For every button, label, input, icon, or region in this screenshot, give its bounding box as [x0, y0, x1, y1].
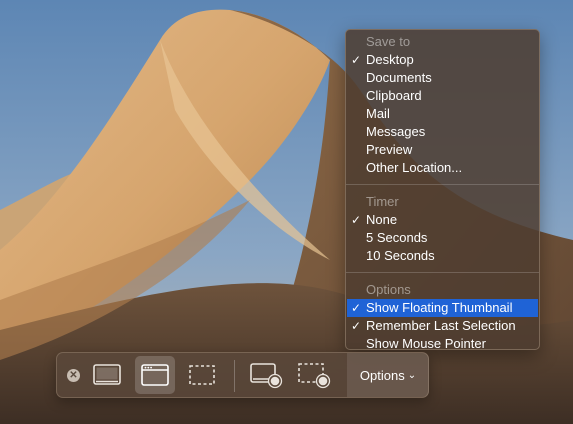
menu-item-label: Mail [366, 106, 390, 121]
window-icon [141, 364, 169, 386]
menu-item-messages[interactable]: Messages [346, 123, 539, 141]
menu-item-label: Show Mouse Pointer [366, 336, 486, 351]
menu-item-timer-10-seconds[interactable]: 10 Seconds [346, 247, 539, 265]
menu-item-label: Messages [366, 124, 426, 139]
menu-section-header-save-to: Save to [366, 34, 411, 49]
menu-item-label: Remember Last Selection [366, 318, 516, 333]
options-button[interactable]: Options ⌄ [347, 353, 429, 397]
menu-item-documents[interactable]: Documents [346, 69, 539, 87]
menu-item-label: Desktop [366, 52, 414, 67]
menu-item-desktop[interactable]: ✓ Desktop [346, 51, 539, 69]
capture-selected-portion-button[interactable] [182, 356, 222, 394]
capture-entire-screen-button[interactable] [87, 356, 127, 394]
menu-item-mail[interactable]: Mail [346, 105, 539, 123]
screen-record-icon [250, 363, 283, 389]
menu-item-label: None [366, 212, 398, 227]
menu-item-label: Preview [366, 142, 413, 157]
record-entire-screen-button[interactable] [245, 356, 287, 394]
menu-item-label: Documents [366, 70, 432, 85]
menu-separator [346, 272, 539, 273]
menu-separator [346, 184, 539, 185]
menu-item-timer-5-seconds[interactable]: 5 Seconds [346, 229, 539, 247]
record-selected-portion-button[interactable] [293, 356, 335, 394]
capture-selected-window-button[interactable] [135, 356, 175, 394]
menu-item-preview[interactable]: Preview [346, 141, 539, 159]
screen-icon [93, 364, 121, 385]
screenshot-toolbar: ✕ Options ⌄ [56, 352, 429, 398]
dashed-record-icon [298, 363, 331, 389]
menu-item-label: Other Location... [366, 160, 463, 175]
toolbar-divider [234, 360, 235, 392]
menu-item-label: Clipboard [366, 88, 422, 103]
menu-section-header-timer: Timer [366, 194, 399, 209]
menu-item-label: 5 Seconds [366, 230, 428, 245]
menu-item-show-floating-thumbnail[interactable]: ✓ Show Floating Thumbnail [347, 299, 538, 317]
options-label: Options [359, 367, 405, 383]
checkmark-icon: ✓ [350, 301, 362, 315]
dashed-rect-icon [189, 365, 215, 385]
chevron-down-icon: ⌄ [407, 369, 417, 381]
menu-item-timer-none[interactable]: ✓ None [346, 211, 539, 229]
close-icon[interactable]: ✕ [67, 369, 80, 382]
menu-item-remember-last-selection[interactable]: ✓ Remember Last Selection [346, 317, 539, 335]
menu-item-clipboard[interactable]: Clipboard [346, 87, 539, 105]
menu-item-other-location[interactable]: Other Location... [346, 159, 539, 177]
menu-item-show-mouse-pointer[interactable]: Show Mouse Pointer [346, 335, 539, 353]
checkmark-icon: ✓ [350, 213, 362, 227]
menu-item-label: 10 Seconds [366, 248, 435, 263]
menu-item-label: Show Floating Thumbnail [366, 300, 513, 315]
checkmark-icon: ✓ [350, 53, 362, 67]
checkmark-icon: ✓ [350, 319, 362, 333]
menu-section-header-options: Options [366, 282, 411, 297]
options-menu: Save to ✓ Desktop Documents Clipboard Mai… [345, 29, 540, 353]
